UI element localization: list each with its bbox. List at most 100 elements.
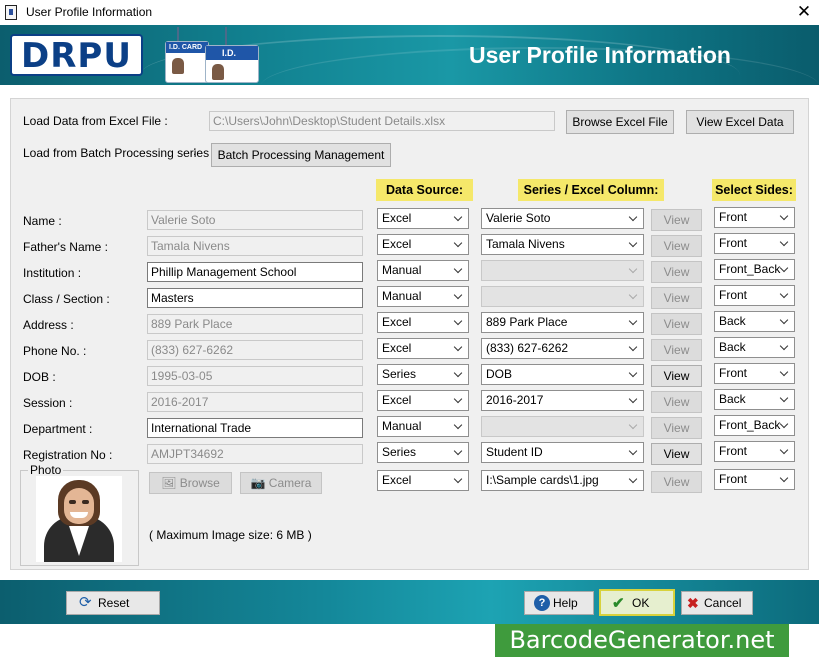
data-source-select[interactable]: Excel — [377, 338, 469, 359]
photo-source-select[interactable]: Excel — [377, 470, 469, 491]
series-column-select[interactable]: 889 Park Place — [481, 312, 644, 333]
view-button[interactable]: View — [651, 443, 702, 465]
view-button[interactable]: View — [651, 261, 702, 283]
field-value[interactable]: Tamala Nivens — [147, 236, 363, 256]
select-side-select[interactable]: Front_Back — [714, 415, 795, 436]
data-source-select[interactable]: Series — [377, 364, 469, 385]
select-side-select[interactable]: Front — [714, 207, 795, 228]
field-value[interactable]: 889 Park Place — [147, 314, 363, 334]
help-button[interactable]: ? Help — [524, 591, 594, 615]
browse-excel-button[interactable]: Browse Excel File — [566, 110, 674, 134]
photo-view-button[interactable]: View — [651, 471, 702, 493]
chevron-down-icon — [452, 313, 466, 332]
data-source-select[interactable]: Excel — [377, 208, 469, 229]
field-label: Institution : — [23, 266, 82, 280]
data-source-select[interactable]: Series — [377, 442, 469, 463]
select-side-select[interactable]: Back — [714, 337, 795, 358]
header-banner: DRPU I.D. CARD I.D. CARD User Profile In… — [0, 25, 819, 85]
reset-button[interactable]: ⟳ Reset — [66, 591, 160, 615]
photo-column-select[interactable]: I:\Sample cards\1.jpg — [481, 470, 644, 491]
view-button[interactable]: View — [651, 209, 702, 231]
app-icon — [5, 5, 17, 20]
series-column-select[interactable]: 2016-2017 — [481, 390, 644, 411]
field-value[interactable]: Phillip Management School — [147, 262, 363, 282]
chevron-down-icon — [778, 364, 792, 383]
field-value[interactable]: (833) 627-6262 — [147, 340, 363, 360]
select-side-select[interactable]: Front_Back — [714, 259, 795, 280]
field-label: Address : — [23, 318, 74, 332]
view-button[interactable]: View — [651, 417, 702, 439]
view-button[interactable]: View — [651, 235, 702, 257]
barcodegenerator-watermark: BarcodeGenerator.net — [495, 624, 789, 657]
select-side-select[interactable]: Front — [714, 233, 795, 254]
field-label: DOB : — [23, 370, 56, 384]
excel-path-field[interactable]: C:\Users\John\Desktop\Student Details.xl… — [209, 111, 555, 131]
chevron-down-icon — [627, 339, 641, 358]
photo-browse-button[interactable]: 🖼 Browse — [149, 472, 232, 494]
data-source-select[interactable]: Manual — [377, 260, 469, 281]
select-side-select[interactable]: Back — [714, 389, 795, 410]
field-label: Phone No. : — [23, 344, 87, 358]
chevron-down-icon — [778, 442, 792, 461]
chevron-down-icon — [778, 470, 792, 489]
max-image-size-note: ( Maximum Image size: 6 MB ) — [149, 528, 312, 542]
select-sides-header: Select Sides: — [712, 179, 796, 201]
data-source-header: Data Source: — [376, 179, 473, 201]
ok-button[interactable]: ✔ OK — [599, 589, 675, 616]
batch-colon: : — [193, 144, 197, 158]
view-button[interactable]: View — [651, 339, 702, 361]
series-column-select[interactable]: Student ID — [481, 442, 644, 463]
series-column-select[interactable] — [481, 286, 644, 307]
select-side-select[interactable]: Front — [714, 285, 795, 306]
close-icon: ✖ — [687, 595, 699, 611]
chevron-down-icon — [452, 287, 466, 306]
field-label: Registration No : — [23, 448, 113, 462]
view-button[interactable]: View — [651, 287, 702, 309]
refresh-icon: ⟳ — [79, 594, 92, 611]
series-column-select[interactable]: Valerie Soto — [481, 208, 644, 229]
cancel-button[interactable]: ✖ Cancel — [681, 591, 753, 615]
data-source-select[interactable]: Excel — [377, 234, 469, 255]
field-value[interactable]: Masters — [147, 288, 363, 308]
chevron-down-icon — [452, 417, 466, 436]
view-excel-data-button[interactable]: View Excel Data — [686, 110, 794, 134]
chevron-down-icon — [452, 339, 466, 358]
field-value[interactable]: 1995-03-05 — [147, 366, 363, 386]
title-bar: User Profile Information ✕ — [0, 0, 819, 25]
series-column-select[interactable] — [481, 260, 644, 281]
series-column-select[interactable]: (833) 627-6262 — [481, 338, 644, 359]
field-label: Father's Name : — [23, 240, 108, 254]
data-source-select[interactable]: Manual — [377, 286, 469, 307]
close-icon[interactable]: ✕ — [790, 1, 818, 23]
field-value[interactable]: AMJPT34692 — [147, 444, 363, 464]
select-side-select[interactable]: Back — [714, 311, 795, 332]
select-side-select[interactable]: Front — [714, 441, 795, 462]
photo-side-select[interactable]: Front — [714, 469, 795, 490]
field-value[interactable]: International Trade — [147, 418, 363, 438]
field-label: Class / Section : — [23, 292, 110, 306]
chevron-down-icon — [627, 471, 641, 490]
data-source-select[interactable]: Excel — [377, 390, 469, 411]
field-value[interactable]: 2016-2017 — [147, 392, 363, 412]
series-column-select[interactable]: DOB — [481, 364, 644, 385]
field-value[interactable]: Valerie Soto — [147, 210, 363, 230]
chevron-down-icon — [452, 365, 466, 384]
profile-photo — [36, 476, 122, 562]
view-button[interactable]: View — [651, 365, 702, 387]
view-button[interactable]: View — [651, 391, 702, 413]
chevron-down-icon — [627, 287, 641, 306]
series-column-select[interactable] — [481, 416, 644, 437]
select-side-select[interactable]: Front — [714, 363, 795, 384]
camera-icon: 📷 — [250, 476, 266, 490]
camera-button[interactable]: 📷 Camera — [240, 472, 322, 494]
chevron-down-icon — [627, 261, 641, 280]
series-column-select[interactable]: Tamala Nivens — [481, 234, 644, 255]
chevron-down-icon — [778, 234, 792, 253]
data-source-select[interactable]: Excel — [377, 312, 469, 333]
data-source-select[interactable]: Manual — [377, 416, 469, 437]
batch-processing-button[interactable]: Batch Processing Management — [211, 143, 391, 167]
chevron-down-icon — [452, 471, 466, 490]
view-button[interactable]: View — [651, 313, 702, 335]
image-icon: 🖼 — [161, 476, 177, 490]
chevron-down-icon — [452, 391, 466, 410]
